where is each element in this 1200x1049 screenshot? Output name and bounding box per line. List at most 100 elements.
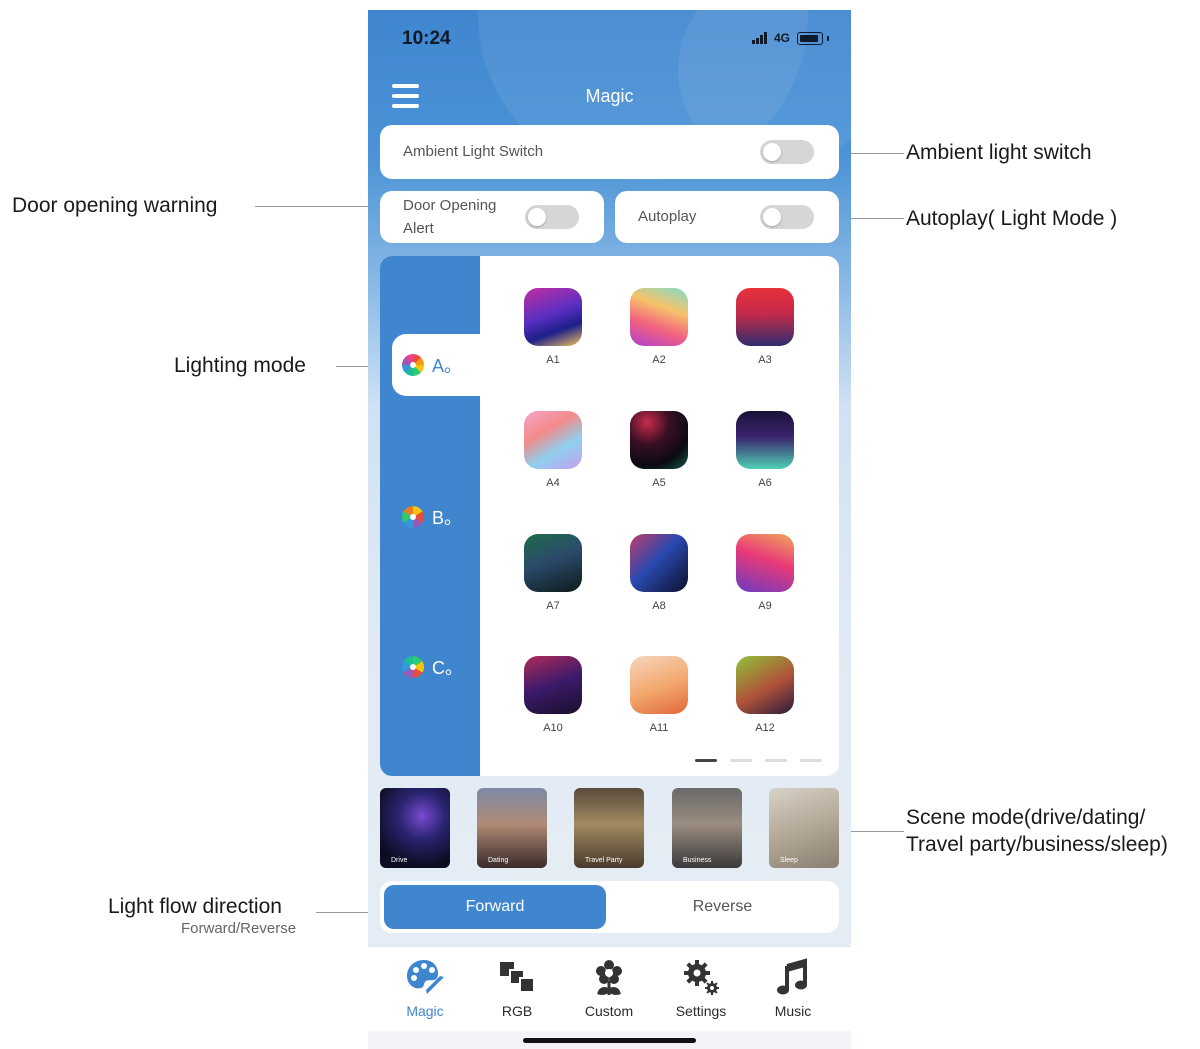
autoplay-card: Autoplay [615,191,839,243]
mode-thumbnail [630,411,688,469]
mode-tile-a9[interactable]: A9 [736,534,794,612]
nav-item-music[interactable]: Music [753,957,833,1019]
mode-label: A4 [546,477,560,489]
home-indicator[interactable] [523,1038,696,1043]
autoplay-toggle[interactable] [760,205,814,229]
page-dot[interactable] [730,759,752,762]
bottom-nav: Magic RGB Custom Settings Music [368,946,851,1032]
phone-screen: 10:24 4G Magic Ambient Light Switch Door… [368,10,851,1049]
mode-tile-a6[interactable]: A6 [736,411,794,489]
mode-tile-a10[interactable]: A10 [524,656,582,734]
nav-item-custom[interactable]: Custom [569,957,649,1019]
mode-label: A12 [755,722,775,734]
mode-tab-b[interactable]: B。 [392,486,480,548]
scene-business[interactable]: Business [672,788,742,868]
lighting-mode-panel: A。 B。 C。 A1 A2 A3 A4 A5 A6 A7 A8 A9 A10 … [380,256,839,776]
mode-tile-a4[interactable]: A4 [524,411,582,489]
mode-tile-a3[interactable]: A3 [736,288,794,366]
scene-label: Travel Party [585,857,623,864]
mode-tile-a11[interactable]: A11 [630,656,688,734]
door-opening-alert-card: Door Opening Alert [380,191,604,243]
mode-label: A6 [758,477,772,489]
mode-label: A7 [546,600,560,612]
color-wheel-icon [402,506,424,528]
nav-label: Settings [675,1003,727,1019]
nav-item-rgb[interactable]: RGB [477,957,557,1019]
mode-tab-label: B。 [432,508,463,528]
annotation-ambient-light-switch: Ambient light switch [906,141,1092,164]
annotation-lighting-mode: Lighting mode [174,354,306,377]
scene-sleep[interactable]: Sleep [769,788,839,868]
mode-tab-a[interactable]: A。 [392,334,480,396]
scene-travel-party[interactable]: Travel Party [574,788,644,868]
mode-thumbnail [630,534,688,592]
nav-item-settings[interactable]: Settings [661,957,741,1019]
nav-label: Custom [584,1003,634,1019]
color-wheel-icon [402,354,424,376]
page-dot[interactable] [800,759,822,762]
light-flow-direction-control: Forward Reverse [380,881,839,933]
battery-tip [827,35,829,41]
scene-drive[interactable]: Drive [380,788,450,868]
autoplay-label: Autoplay [638,208,697,225]
forward-button[interactable]: Forward [384,885,606,929]
mode-category-sidebar: A。 B。 C。 [380,256,480,776]
annotation-scene-mode-line2: Travel party/business/sleep) [906,833,1168,856]
ambient-light-switch-card: Ambient Light Switch [380,125,839,179]
mode-thumbnail [524,534,582,592]
mode-thumbnail [630,656,688,714]
ambient-light-switch-label: Ambient Light Switch [403,143,544,160]
door-label-line1: Door Opening [403,197,497,214]
nav-label: Magic [406,1003,444,1019]
scene-label: Business [683,857,712,864]
mode-label: A8 [652,600,666,612]
nav-label: Music [774,1003,812,1019]
music-note-icon [777,958,807,995]
rgb-squares-icon [500,962,535,993]
mode-thumbnail [736,656,794,714]
page-indicator [695,759,822,762]
mode-thumbnail [524,656,582,714]
mode-tile-a7[interactable]: A7 [524,534,582,612]
mode-label: A1 [546,354,560,366]
mode-label: A11 [649,722,669,734]
annotation-scene-mode-line1: Scene mode(drive/dating/ [906,806,1146,829]
door-label-line2: Alert [403,219,434,237]
annotation-light-flow-subtitle: Forward/Reverse [181,920,297,937]
annotation-autoplay: Autoplay( Light Mode ) [906,207,1118,230]
page-dot[interactable] [765,759,787,762]
mode-thumbnail [736,411,794,469]
mode-label: A9 [758,600,772,612]
gear-icon [684,960,719,995]
flower-icon [596,960,622,995]
mode-tile-grid: A1 A2 A3 A4 A5 A6 A7 A8 A9 A10 A11 A12 [480,256,839,776]
mode-thumbnail [524,288,582,346]
mode-tab-c[interactable]: C。 [392,636,480,698]
mode-tab-label: C。 [432,658,463,678]
signal-icon [751,32,768,44]
mode-thumbnail [736,288,794,346]
nav-label: RGB [501,1003,533,1019]
reverse-button[interactable]: Reverse [610,885,835,929]
page-title: Magic [585,86,634,106]
mode-thumbnail [736,534,794,592]
mode-tab-label: A。 [432,356,463,376]
scene-dating[interactable]: Dating [477,788,547,868]
scene-label: Dating [488,857,509,864]
door-opening-alert-toggle[interactable] [525,205,579,229]
status-indicators: 4G [751,31,829,45]
mode-tile-a2[interactable]: A2 [630,288,688,366]
mode-tile-a12[interactable]: A12 [736,656,794,734]
mode-label: A3 [758,354,772,366]
scene-label: Sleep [780,857,798,864]
nav-item-magic[interactable]: Magic [385,957,465,1019]
mode-tile-a5[interactable]: A5 [630,411,688,489]
color-wheel-icon [402,656,424,678]
battery-icon [797,31,823,45]
mode-tile-a8[interactable]: A8 [630,534,688,612]
mode-thumbnail [630,288,688,346]
door-opening-alert-label: Door Opening Alert [403,195,496,240]
page-dot[interactable] [695,759,717,762]
ambient-light-toggle[interactable] [760,140,814,164]
mode-tile-a1[interactable]: A1 [524,288,582,366]
